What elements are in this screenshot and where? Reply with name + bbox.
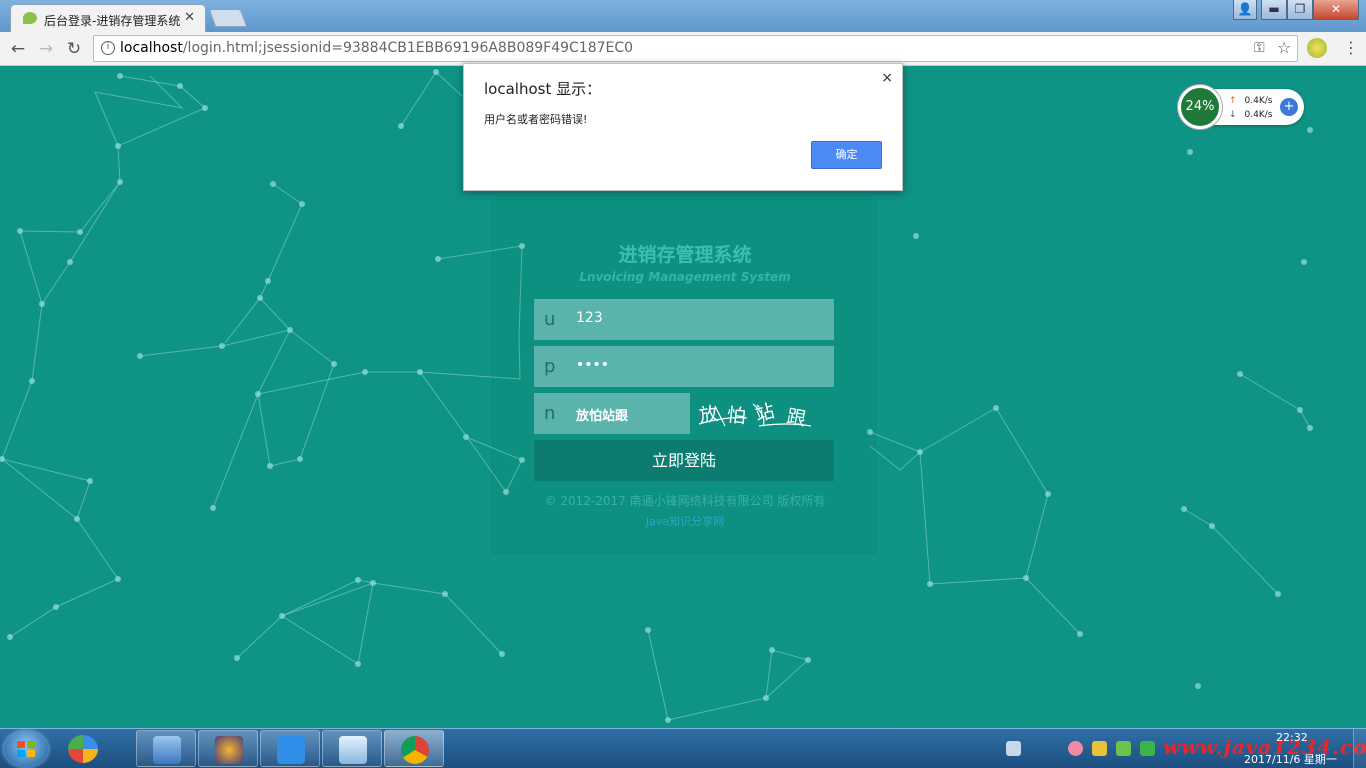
url-host: localhost (120, 40, 183, 56)
system-title: 进销存管理系统 (618, 244, 752, 266)
password-value[interactable]: •••• (576, 357, 609, 373)
copyright-text: © 2012-2017 南通小锋网络科技有限公司 版权所有 (544, 494, 826, 508)
captcha-icon: n (544, 403, 556, 424)
browser-toolbar: ← → ↻ i localhost/login.html;jsessionid=… (0, 32, 1366, 66)
captcha-image[interactable]: 放 怕 站 跟 (697, 396, 815, 434)
leaf-favicon-icon (23, 12, 37, 24)
address-url[interactable]: localhost/login.html;jsessionid=93884CB1… (120, 40, 633, 56)
alert-dialog: localhost 显示： 用户名或者密码错误! × 确定 (463, 63, 903, 191)
captcha-char: 怕 (725, 404, 747, 428)
browser-tab-active[interactable]: 后台登录-进销存管理系统 ✕ (10, 4, 206, 32)
captcha-value[interactable]: 放怕站跟 (576, 405, 628, 424)
captcha-field[interactable]: n 放怕站跟 (534, 393, 690, 434)
taskbar-app-notepad[interactable] (322, 730, 382, 767)
download-speed-value: 0.4K/s (1244, 110, 1273, 120)
taskbar-app-wps[interactable] (260, 730, 320, 767)
username-field[interactable]: u 123 (534, 299, 834, 340)
taskbar-app-chrome[interactable] (384, 730, 444, 767)
taskbar-app-eclipse[interactable] (198, 730, 258, 767)
back-button[interactable]: ← (7, 38, 29, 60)
maximize-button[interactable]: ❐ (1287, 0, 1313, 20)
clock-time[interactable]: 22:32 (1276, 731, 1308, 744)
browser-menu-icon[interactable]: ⋮ (1341, 38, 1361, 57)
network-icon[interactable] (1116, 741, 1131, 756)
download-speed: ↓ 0.4K/s (1229, 110, 1272, 120)
system-subtitle: Lnvoicing Management System (579, 270, 791, 284)
flower-icon[interactable] (1068, 741, 1083, 756)
shield-icon[interactable] (1140, 741, 1155, 756)
new-tab-button[interactable] (208, 9, 248, 27)
browser-tabbar: 后台登录-进销存管理系统 ✕ 👤 ▬ ❐ ✕ (0, 0, 1366, 32)
tab-close-icon[interactable]: ✕ (184, 10, 195, 25)
chrome-icon (401, 736, 429, 764)
windows-logo-icon (17, 741, 35, 757)
download-arrow-icon: ↓ (1229, 110, 1237, 120)
java-ee-ide-icon (215, 736, 243, 764)
close-window-button[interactable]: ✕ (1313, 0, 1359, 20)
profile-button[interactable]: 👤 (1233, 0, 1257, 20)
speed-boost-icon[interactable]: + (1280, 98, 1298, 116)
password-icon: p (544, 356, 556, 377)
dolphin-icon (153, 736, 181, 764)
tab-title: 后台登录-进销存管理系统 (44, 14, 181, 28)
colorful-app-icon (68, 735, 98, 763)
upload-speed-value: 0.4K/s (1244, 96, 1273, 106)
notepad-icon (339, 736, 367, 764)
qq-icon[interactable] (1092, 741, 1107, 756)
show-desktop-button[interactable] (1353, 729, 1366, 768)
upload-arrow-icon: ↑ (1229, 96, 1237, 106)
reload-button[interactable]: ↻ (63, 38, 85, 60)
login-button[interactable]: 立即登陆 (534, 440, 834, 481)
password-field[interactable]: p •••• (534, 346, 834, 387)
dialog-close-icon[interactable]: × (881, 70, 893, 86)
site-info-icon[interactable]: i (101, 41, 115, 55)
bookmark-star-icon[interactable]: ☆ (1277, 38, 1291, 57)
clock-date[interactable]: 2017/11/6 星期一 (1244, 751, 1337, 767)
url-path: /login.html;jsessionid=93884CB1EBB69196A… (182, 40, 634, 56)
forward-button[interactable]: → (35, 38, 57, 60)
login-form: 进销存管理系统 Lnvoicing Management System u 12… (492, 199, 876, 554)
username-value[interactable]: 123 (576, 310, 603, 326)
dialog-ok-button[interactable]: 确定 (811, 141, 882, 169)
taskbar-pinned-app[interactable] (62, 732, 106, 766)
start-button[interactable] (4, 731, 48, 767)
network-speed-widget[interactable]: 24% ↑ 0.4K/s ↓ 0.4K/s + (1178, 85, 1304, 129)
cpu-usage-badge: 24% (1178, 85, 1222, 129)
extension-icon[interactable] (1307, 38, 1327, 58)
address-bar[interactable]: i localhost/login.html;jsessionid=93884C… (93, 35, 1298, 62)
minimize-button[interactable]: ▬ (1261, 0, 1287, 20)
dialog-message: 用户名或者密码错误! (484, 113, 588, 126)
captcha-char: 放 (697, 402, 720, 428)
java-share-link[interactable]: Java知识分享网 (493, 513, 877, 529)
upload-speed: ↑ 0.4K/s (1229, 96, 1272, 106)
taskbar-app-mysql[interactable] (136, 730, 196, 767)
username-icon: u (544, 309, 556, 330)
windows-taskbar: www.java1234.com 22:32 2017/11/6 星期一 (0, 728, 1366, 768)
dialog-title: localhost 显示： (484, 80, 602, 98)
keyboard-icon[interactable] (1006, 741, 1021, 756)
key-icon[interactable]: ⚿ (1254, 40, 1265, 56)
wps-icon (277, 736, 305, 764)
